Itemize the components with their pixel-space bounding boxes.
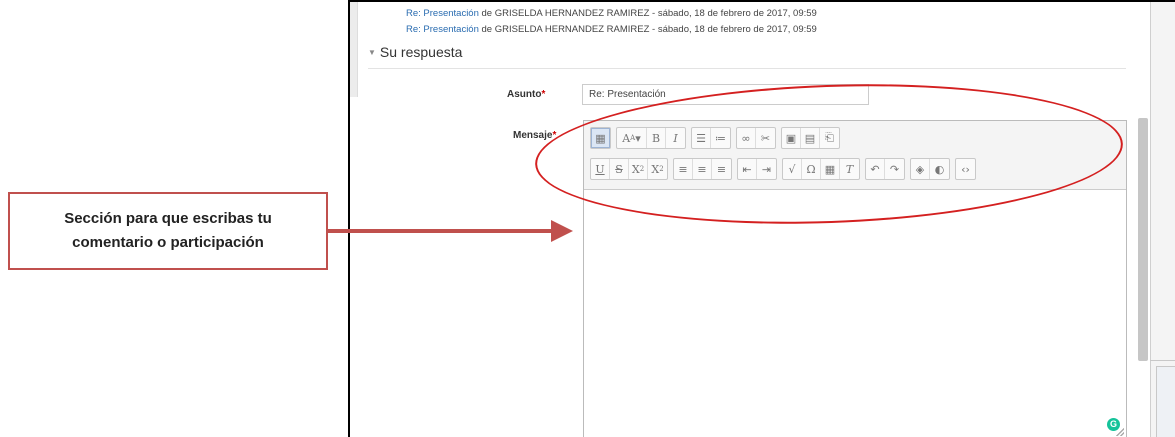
scrollbar-thumb[interactable] [1138, 118, 1148, 361]
annotation-arrow [328, 229, 562, 233]
side-block-strip [350, 2, 358, 97]
section-title: Su respuesta [379, 44, 463, 60]
panel-divider [1150, 360, 1175, 361]
message-textarea[interactable] [584, 190, 1126, 436]
section-toggle-su-respuesta[interactable]: ▼ Su respuesta [368, 44, 462, 60]
reply-link[interactable]: Re: Presentación [406, 24, 479, 35]
reply-meta: de GRISELDA HERNANDEZ RAMIREZ - sábado, … [478, 8, 817, 19]
panel-box [1156, 366, 1175, 437]
reply-entry: Re: Presentación de GRISELDA HERNANDEZ R… [406, 8, 817, 19]
section-divider [368, 68, 1126, 69]
required-icon: * [541, 89, 546, 100]
subject-label: Asunto* [507, 89, 545, 100]
arrow-head-icon [551, 220, 573, 242]
reply-meta: de GRISELDA HERNANDEZ RAMIREZ - sábado, … [478, 24, 817, 35]
reply-entry: Re: Presentación de GRISELDA HERNANDEZ R… [406, 24, 817, 35]
subject-label-text: Asunto [507, 89, 542, 100]
message-label-text: Mensaje [513, 130, 553, 141]
reply-link[interactable]: Re: Presentación [406, 8, 479, 19]
message-label: Mensaje* [513, 130, 556, 141]
annotation-callout: Sección para que escribas tu comentario … [8, 192, 328, 270]
collapse-triangle-icon: ▼ [368, 48, 376, 57]
